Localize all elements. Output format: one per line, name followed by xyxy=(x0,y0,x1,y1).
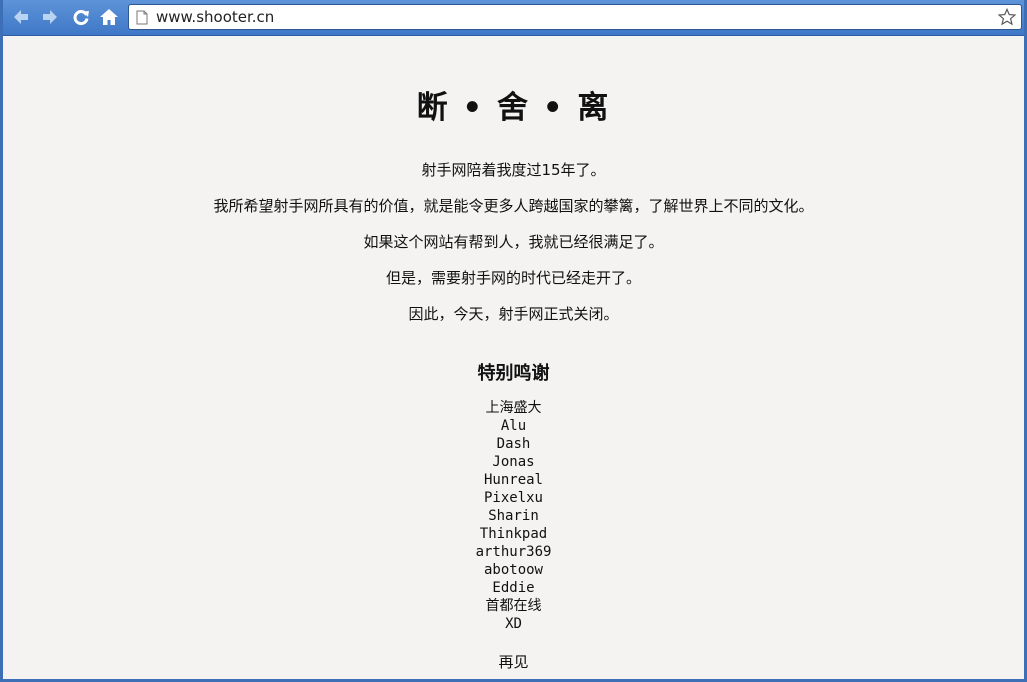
home-button[interactable] xyxy=(97,5,121,29)
thanks-item: Dash xyxy=(496,436,531,452)
thanks-list: 上海盛大 Alu Dash Jonas Hunreal Pixelxu Shar… xyxy=(3,399,1024,633)
paragraph-5: 因此，今天，射手网正式关闭。 xyxy=(408,305,619,323)
thanks-item: Alu xyxy=(500,418,527,434)
forward-arrow-icon xyxy=(43,10,57,24)
back-arrow-icon xyxy=(14,10,28,24)
reload-button[interactable] xyxy=(69,5,93,29)
bookmark-star-icon[interactable] xyxy=(997,7,1017,27)
thanks-title: 特别鸣谢 xyxy=(477,363,550,384)
thanks-item: Thinkpad xyxy=(479,526,548,542)
home-icon xyxy=(100,9,118,25)
paragraph-2: 我所希望射手网所具有的价值，就是能令更多人跨越国家的攀篱，了解世界上不同的文化。 xyxy=(213,197,814,215)
reload-icon xyxy=(73,10,89,26)
forward-button[interactable] xyxy=(38,5,62,29)
thanks-item: Hunreal xyxy=(483,472,543,488)
browser-window: www.shooter.cn 断 • 舍 • 离 射手网陪着我度过15年了。 我… xyxy=(0,0,1027,682)
thanks-item: Jonas xyxy=(492,454,535,470)
thanks-item: Sharin xyxy=(488,508,539,524)
address-bar[interactable]: www.shooter.cn xyxy=(128,4,1022,30)
thanks-item: 首都在线 xyxy=(485,598,542,614)
thanks-item: XD xyxy=(505,616,522,632)
page-icon xyxy=(136,10,148,25)
page-content: 断 • 舍 • 离 射手网陪着我度过15年了。 我所希望射手网所具有的价值，就是… xyxy=(3,36,1024,679)
thanks-item: abotoow xyxy=(483,562,543,578)
thanks-item: arthur369 xyxy=(475,544,552,560)
address-text[interactable]: www.shooter.cn xyxy=(156,8,997,26)
paragraph-1: 射手网陪着我度过15年了。 xyxy=(421,161,606,179)
paragraph-4: 但是，需要射手网的时代已经走开了。 xyxy=(385,269,641,287)
page-title: 断 • 舍 • 离 xyxy=(416,90,611,126)
paragraph-3: 如果这个网站有帮到人，我就已经很满足了。 xyxy=(363,233,664,251)
back-button[interactable] xyxy=(9,5,33,29)
thanks-item: Eddie xyxy=(492,580,535,596)
thanks-item: Pixelxu xyxy=(483,490,543,506)
goodbye-text: 再见 xyxy=(498,653,529,671)
thanks-item: 上海盛大 xyxy=(485,400,542,416)
browser-toolbar: www.shooter.cn xyxy=(3,0,1024,36)
